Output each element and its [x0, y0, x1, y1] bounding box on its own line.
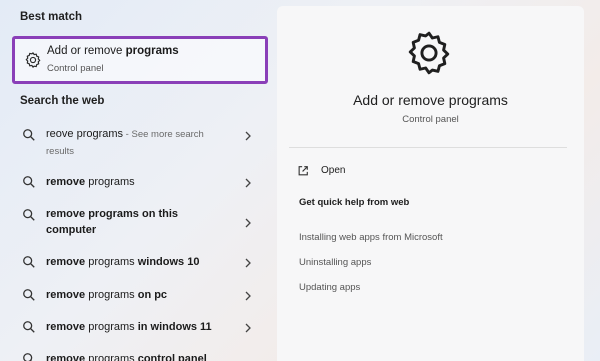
web-result-item[interactable]: remove programs in windows 11 [12, 319, 268, 337]
search-icon [23, 289, 35, 301]
best-match-label: Best match [20, 11, 82, 23]
best-match-result[interactable]: Add or remove programs Control panel [12, 36, 268, 84]
web-result-item[interactable]: remove programs on pc [12, 287, 268, 305]
chevron-right-icon [245, 178, 251, 188]
chevron-right-icon [245, 218, 251, 228]
best-match-subtitle: Control panel [47, 63, 104, 74]
web-result-item[interactable]: remove programs windows 10 [12, 254, 268, 272]
search-icon [23, 176, 35, 188]
detail-subtitle: Control panel [402, 114, 459, 125]
quick-help-heading: Get quick help from web [299, 197, 410, 208]
web-result-item[interactable]: remove programs [12, 174, 268, 192]
gear-icon [408, 31, 450, 75]
gear-icon [25, 52, 41, 68]
search-icon [23, 129, 35, 141]
search-web-label: Search the web [20, 95, 105, 107]
help-link[interactable]: Installing web apps from Microsoft [299, 232, 443, 243]
web-result-item[interactable]: reove programs - See more search results [12, 126, 268, 160]
open-external-icon [298, 166, 308, 176]
chevron-right-icon [245, 131, 251, 141]
detail-panel: Add or remove programs Control panel Ope… [277, 6, 584, 361]
chevron-right-icon [245, 258, 251, 268]
help-link[interactable]: Updating apps [299, 282, 360, 293]
search-icon [23, 209, 35, 221]
chevron-right-icon [245, 323, 251, 333]
results-panel: Best match Add or remove programs Contro… [0, 0, 277, 361]
search-icon [23, 321, 35, 333]
web-result-item[interactable]: remove programs control panel [12, 351, 268, 361]
open-label: Open [321, 165, 346, 176]
web-result-item[interactable]: remove programs on this computer [12, 206, 268, 240]
best-match-title: Add or remove programs [47, 45, 179, 57]
search-icon [23, 256, 35, 268]
detail-title: Add or remove programs [353, 92, 508, 108]
help-link[interactable]: Uninstalling apps [299, 257, 371, 268]
divider [289, 147, 567, 148]
search-icon [23, 353, 33, 361]
chevron-right-icon [245, 291, 251, 301]
